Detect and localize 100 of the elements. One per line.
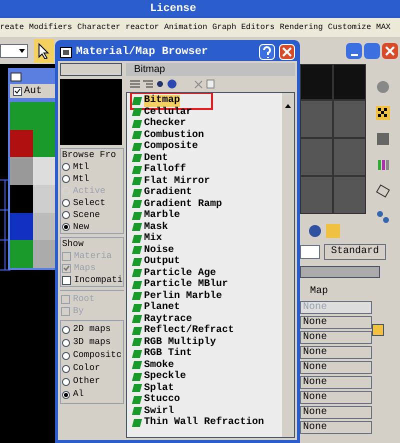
list-icons-view-icon[interactable] <box>143 79 153 89</box>
map-button[interactable]: None <box>300 316 372 329</box>
menu-item[interactable]: reactor <box>125 22 160 34</box>
map-icon <box>132 384 142 392</box>
map-icon <box>132 120 142 128</box>
list-item[interactable]: Speckle <box>144 371 186 382</box>
dot-icon[interactable] <box>156 80 164 88</box>
list-item[interactable]: Gradient <box>144 187 192 198</box>
list-item[interactable]: Smoke <box>144 360 174 371</box>
list-item[interactable]: Cellular <box>144 106 192 118</box>
map-icon <box>132 396 142 404</box>
list-item[interactable]: Bitmap <box>144 95 180 106</box>
radio-button[interactable] <box>62 175 70 183</box>
group-title: Show <box>62 238 85 250</box>
map-button[interactable]: None <box>300 331 372 344</box>
list-item[interactable]: Composite <box>144 141 198 152</box>
checkbox[interactable] <box>62 276 71 284</box>
minimize-button[interactable] <box>346 42 362 58</box>
sphere-icon[interactable] <box>308 224 322 238</box>
map-icon <box>132 212 142 220</box>
map-icon <box>132 131 142 140</box>
map-icon <box>132 258 142 266</box>
page-icon[interactable] <box>206 79 215 89</box>
checkbox-label: Root <box>73 293 95 305</box>
menu-item[interactable]: Graph Editors <box>212 22 275 34</box>
list-item[interactable]: Dent <box>144 152 168 164</box>
map-icon <box>132 188 142 197</box>
close-button[interactable] <box>279 44 295 60</box>
list-item[interactable]: Flat Mirror <box>144 176 210 187</box>
radio-label: Compositc <box>73 349 122 362</box>
select-tool-button[interactable] <box>34 38 54 62</box>
list-item[interactable]: Thin Wall Refraction <box>144 417 264 428</box>
menu-item[interactable]: reate <box>0 22 24 34</box>
radio-button[interactable] <box>62 338 70 346</box>
list-item[interactable]: Output <box>144 256 180 268</box>
scrollbar[interactable] <box>282 93 294 437</box>
list-item[interactable]: RGB Multiply <box>144 336 216 348</box>
map-icon <box>132 142 142 151</box>
list-item[interactable]: Perlin Marble <box>144 290 222 302</box>
material-name-field[interactable] <box>300 266 380 278</box>
list-item[interactable]: Mask <box>144 222 168 233</box>
radio-button[interactable] <box>62 326 70 334</box>
square-icon[interactable] <box>376 132 390 146</box>
list-item[interactable]: Stucco <box>144 394 180 406</box>
map-icon <box>132 372 142 381</box>
list-item[interactable]: Particle MBlur <box>144 279 228 290</box>
radio-button[interactable] <box>62 364 70 372</box>
radio-button[interactable] <box>62 199 70 207</box>
lock-icon[interactable] <box>372 324 384 336</box>
map-icon <box>132 96 142 105</box>
name-field[interactable] <box>60 63 122 76</box>
list-item[interactable]: Raytrace <box>144 314 192 325</box>
radio-button[interactable] <box>62 352 70 360</box>
list-item[interactable]: Combustion <box>144 130 204 141</box>
map-icon <box>132 338 142 346</box>
close-button[interactable] <box>382 42 398 58</box>
radio-button[interactable] <box>62 211 70 219</box>
standard-button[interactable]: Standard <box>324 244 386 260</box>
list-item[interactable]: Planet <box>144 302 180 314</box>
checker-icon[interactable] <box>376 106 390 120</box>
map-button[interactable]: None <box>300 346 372 359</box>
bars-icon[interactable] <box>376 158 390 172</box>
checkbox[interactable] <box>13 86 22 96</box>
list-item[interactable]: RGB Tint <box>144 348 192 360</box>
help-button[interactable] <box>259 44 275 60</box>
map-icon <box>132 177 142 186</box>
checkbox-label: Materia <box>74 250 112 262</box>
menu-item[interactable]: Customize <box>328 22 372 34</box>
close-icon <box>282 47 292 57</box>
dropdown[interactable] <box>0 44 28 58</box>
menu-item[interactable]: Rendering <box>280 22 323 34</box>
list-item[interactable]: Marble <box>144 210 180 222</box>
map-icon <box>132 407 142 416</box>
checkbox-label: By <box>73 305 84 317</box>
list-item[interactable]: Swirl <box>144 406 174 417</box>
maximize-button[interactable] <box>364 42 380 58</box>
list-item[interactable]: Mix <box>144 233 162 244</box>
menu-item[interactable]: Character <box>77 22 120 34</box>
list-item[interactable]: Noise <box>144 244 174 256</box>
list-view-icon[interactable] <box>130 79 140 89</box>
list-item[interactable]: Reflect/Refract <box>144 325 234 336</box>
map-button[interactable]: None <box>300 421 372 434</box>
map-button[interactable]: None <box>300 361 372 374</box>
map-button[interactable]: None <box>300 406 372 419</box>
map-button[interactable]: None <box>300 376 372 389</box>
list-item[interactable]: Gradient Ramp <box>144 198 222 210</box>
radio-button[interactable] <box>62 390 70 398</box>
radio-button[interactable] <box>62 378 70 386</box>
list-item[interactable]: Falloff <box>144 164 186 176</box>
list-item[interactable]: Splat <box>144 382 174 394</box>
menu-item[interactable]: MAX <box>376 22 391 34</box>
radio-button[interactable] <box>62 223 70 231</box>
menu-item[interactable]: Animation <box>164 22 208 34</box>
sphere-icon[interactable] <box>167 79 177 89</box>
list-item[interactable]: Particle Age <box>144 268 216 279</box>
list-item[interactable]: Checker <box>144 118 186 130</box>
menu-item[interactable]: Modifiers <box>29 22 72 34</box>
map-button[interactable]: None <box>300 391 372 404</box>
radio-label: New <box>73 221 90 233</box>
radio-button[interactable] <box>62 163 70 171</box>
